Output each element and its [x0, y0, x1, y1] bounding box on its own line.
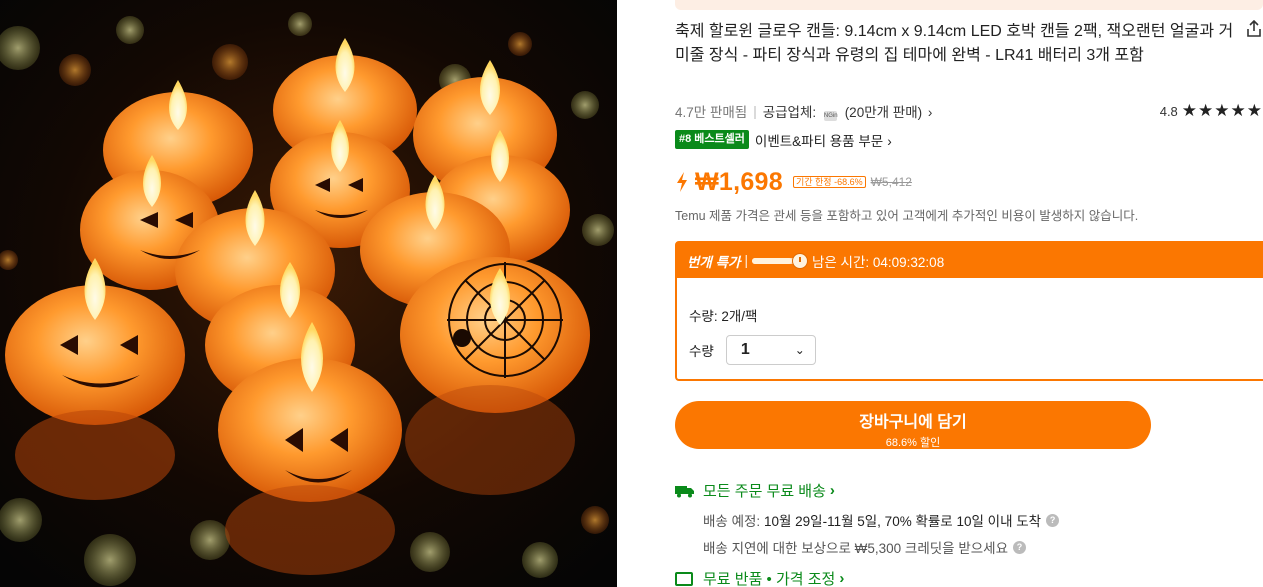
flash-progress-bar	[751, 252, 808, 269]
free-shipping-link[interactable]: 모든 주문 무료 배송 ›	[675, 480, 835, 501]
delivery-label: 배송 예정:	[703, 514, 761, 529]
truck-icon	[675, 485, 694, 497]
supplier-label: 공급업체:	[762, 105, 817, 120]
quantity-select[interactable]: 1 ⌄	[725, 335, 816, 365]
quantity-label: 수량	[689, 344, 714, 359]
add-to-cart-label: 장바구니에 담기	[859, 414, 967, 431]
original-price: ₩5,412	[870, 175, 912, 189]
pack-quantity: 수량: 2개/팩	[689, 309, 758, 324]
sale-price: ₩1,698	[695, 167, 783, 196]
flash-deal-box: 번개 특가 | 남은 시간: 04:09:32:08 수량: 2개/팩 수량 1…	[675, 241, 1263, 381]
add-to-cart-button[interactable]: 장바구니에 담기 68.6% 할인	[675, 401, 1151, 449]
progress-fill	[751, 257, 793, 264]
rating-value: 4.8	[1159, 103, 1178, 119]
free-returns-label: 무료 반품 • 가격 조정	[703, 571, 836, 587]
product-info-panel: 축제 할로윈 글로우 캔들: 9.14cm x 9.14cm LED 호박 캔들…	[675, 0, 1263, 587]
share-icon[interactable]	[1246, 20, 1262, 38]
star-icons: ★★★★★	[1181, 101, 1263, 120]
tax-note: Temu 제품 가격은 관세 등을 포함하고 있어 고객에게 추가적인 비용이 …	[675, 209, 1139, 223]
discount-label: 68.6% 할인	[885, 437, 941, 449]
delivery-value: 10월 29일-11월 5일, 70% 확률로 10일 이내 도착	[763, 514, 1042, 529]
chevron-right-icon: ›	[927, 105, 933, 120]
delay-compensation: 배송 지연에 대한 보상으로 ₩5,300 크레딧을 받으세요 ?	[703, 537, 1027, 557]
supplier-link[interactable]: 공급업체: NGin (20만개 판매) ›	[762, 101, 933, 121]
top-banner	[675, 0, 1263, 10]
meta-row: 4.7만 판매됨 | 공급업체: NGin (20만개 판매) › 4.8 ★★…	[675, 101, 1263, 121]
pumpkin-candles-photo	[0, 0, 617, 587]
rating[interactable]: 4.8 ★★★★★	[1160, 101, 1263, 121]
limited-time-tag: 기간 한정 -68.6%	[792, 176, 866, 188]
question-icon[interactable]: ?	[1046, 513, 1060, 527]
flash-deal-label: 번개 특가	[687, 254, 741, 270]
product-image[interactable]	[0, 0, 617, 587]
price-row: ₩1,698 기간 한정 -68.6% ₩5,412	[675, 165, 912, 199]
quantity-row: 수량 1 ⌄	[689, 335, 816, 365]
divider: |	[744, 253, 748, 268]
chevron-right-icon: ›	[829, 482, 835, 499]
chevron-right-icon: ›	[887, 133, 892, 149]
bestseller-category: 이벤트&파티 용품 부문 ›	[754, 133, 892, 149]
flash-deal-header: 번개 특가 | 남은 시간: 04:09:32:08	[677, 243, 1263, 278]
product-title: 축제 할로윈 글로우 캔들: 9.14cm x 9.14cm LED 호박 캔들…	[675, 23, 1234, 64]
bestseller-row[interactable]: #8 베스트셀러 이벤트&파티 용품 부문 ›	[675, 129, 892, 150]
question-icon[interactable]: ?	[1013, 540, 1027, 554]
divider: |	[753, 103, 757, 119]
delivery-estimate: 배송 예정: 10월 29일-11월 5일, 70% 확률로 10일 이내 도착…	[703, 510, 1060, 530]
countdown-timer: 남은 시간: 04:09:32:08	[811, 254, 945, 270]
quantity-value: 1	[740, 341, 750, 358]
sold-count: 4.7만 판매됨	[675, 105, 748, 120]
supplier-logo: NGin	[823, 111, 838, 121]
clock-icon	[791, 252, 808, 269]
supplier-sales: (20만개 판매)	[844, 105, 923, 120]
free-returns-link[interactable]: 무료 반품 • 가격 조정 ›	[675, 568, 844, 587]
return-icon	[675, 571, 693, 586]
lightning-icon	[677, 172, 687, 192]
bestseller-badge: #8 베스트셀러	[675, 130, 749, 149]
free-shipping-title: 모든 주문 무료 배송	[703, 483, 826, 500]
chevron-right-icon: ›	[839, 570, 845, 587]
delay-note: 배송 지연에 대한 보상으로 ₩5,300 크레딧을 받으세요	[703, 541, 1009, 556]
chevron-down-icon: ⌄	[794, 343, 805, 357]
